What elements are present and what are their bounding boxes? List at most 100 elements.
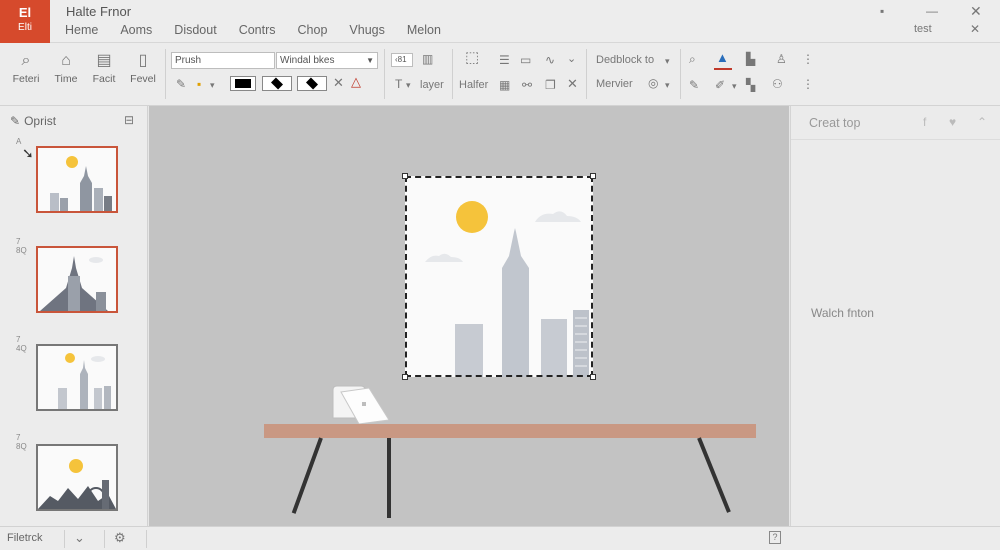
comment-icon[interactable]: ▭ xyxy=(520,53,531,67)
resize-handle-br[interactable] xyxy=(590,374,596,380)
font-field[interactable]: Prush xyxy=(171,52,275,69)
stroke-swatch[interactable] xyxy=(230,76,256,91)
menu-item-1[interactable]: Aoms xyxy=(120,23,152,37)
font-color-icon[interactable]: ▲ xyxy=(716,51,729,65)
eye-icon[interactable]: ◎ xyxy=(648,76,658,90)
list-icon[interactable]: ☰ xyxy=(499,53,510,67)
mervier-dropdown-icon[interactable]: ▾ xyxy=(665,78,670,92)
table-leg xyxy=(697,437,731,513)
find-button-label: Feteri xyxy=(12,73,40,85)
warning-icon[interactable]: △ xyxy=(351,75,361,89)
find-button[interactable]: ⌕ Feteri xyxy=(8,51,44,85)
editing-canvas[interactable] xyxy=(149,106,789,526)
brush-dropdown-icon[interactable]: ▾ xyxy=(732,79,737,93)
chevron-up-icon[interactable]: ⌃ xyxy=(977,115,987,129)
panel-title: ✎ Oprist xyxy=(10,114,56,128)
ribbon-separator xyxy=(384,49,385,99)
resize-handle-tl[interactable] xyxy=(402,173,408,179)
brush-icon[interactable]: ✐ xyxy=(715,78,725,92)
slide-thumbnail-4[interactable] xyxy=(36,444,118,511)
menu-item-4[interactable]: Chop xyxy=(298,23,328,37)
titlebar-right-label[interactable]: test xyxy=(914,23,932,35)
eraser-icon[interactable]: ✎ xyxy=(689,78,699,92)
file-icon: ▯ xyxy=(138,52,148,69)
chevron-down-icon[interactable]: ⌄ xyxy=(567,52,576,66)
grid-icon[interactable]: ▦ xyxy=(499,78,510,92)
help-icon[interactable]: ? xyxy=(769,531,781,544)
more-icon-2[interactable]: ⋮ xyxy=(802,77,814,91)
ribbon-toolbar: ⌕ Feteri ⌂ Time ▤ Facit ▯ Fevel Prush Wi… xyxy=(0,43,1000,106)
style-select[interactable]: Windal bkes ▼ xyxy=(276,52,378,69)
pattern-icon[interactable]: ▚ xyxy=(746,78,755,92)
close-icon[interactable]: ✕ xyxy=(970,3,982,20)
resize-handle-tr[interactable] xyxy=(590,173,596,179)
layout-icon[interactable]: ▥ xyxy=(422,52,433,66)
ribbon-separator xyxy=(165,49,166,99)
paste-button[interactable]: ▤ Facit xyxy=(86,51,122,85)
slide-thumbnail-3[interactable] xyxy=(36,344,118,411)
chevron-down-icon[interactable]: ⌄ xyxy=(74,530,85,546)
pencil-icon: ✎ xyxy=(10,114,21,128)
copy-icon[interactable]: ❐ xyxy=(545,78,556,92)
properties-body-text: Walch fnton xyxy=(811,306,874,320)
gamepad-icon[interactable]: ⚇ xyxy=(772,77,783,91)
dedblock-label[interactable]: Dedblock to xyxy=(596,54,654,66)
status-bar: Filetrck ⌄ ⚙ ? xyxy=(0,526,1000,550)
menu-item-6[interactable]: Melon xyxy=(407,23,441,37)
text-dropdown-icon[interactable]: ▾ xyxy=(406,78,411,92)
dedblock-dropdown-icon[interactable]: ▾ xyxy=(665,54,670,68)
slide-thumbnail-1[interactable] xyxy=(36,146,118,213)
format-icon[interactable]: ▙ xyxy=(746,52,755,66)
menu-item-2[interactable]: Disdout xyxy=(174,23,216,37)
zoom-icon[interactable]: ⌕ xyxy=(689,52,696,66)
table-leg xyxy=(387,438,391,518)
text-icon[interactable]: T xyxy=(395,77,402,91)
slides-panel: ✎ Oprist ⊟ A 7 8Q 7 4Q 7 8Q xyxy=(0,106,148,526)
slide-thumbnail-2[interactable] xyxy=(36,246,118,313)
title-bar: El Elti Halte Frnor Heme Aoms Disdout Co… xyxy=(0,0,1000,43)
status-separator xyxy=(64,530,65,548)
minimize-icon[interactable]: — xyxy=(926,4,938,18)
new-slide-icon[interactable]: ⊟ xyxy=(124,113,134,127)
file-button[interactable]: ▯ Fevel xyxy=(126,51,160,85)
properties-title: Creat top xyxy=(809,116,861,130)
app-icon-glyph: El xyxy=(18,5,32,20)
size-field[interactable]: ‹81 xyxy=(391,53,413,67)
link-icon[interactable]: ⚯ xyxy=(522,78,532,92)
chat-icon[interactable]: ▪ xyxy=(880,4,884,18)
person-icon[interactable]: ♙ xyxy=(776,52,787,66)
menu-item-0[interactable]: Heme xyxy=(65,23,98,37)
mervier-label[interactable]: Mervier xyxy=(596,78,633,90)
layer-label[interactable]: layer xyxy=(420,79,444,91)
home-button[interactable]: ⌂ Time xyxy=(50,51,82,85)
chevron-down-icon: ▼ xyxy=(366,56,374,65)
resize-handle-bl[interactable] xyxy=(402,374,408,380)
shape-icon[interactable]: ⬚ xyxy=(465,50,479,65)
menu-item-3[interactable]: Contrs xyxy=(239,23,276,37)
gear-icon[interactable]: ⚙ xyxy=(114,530,126,546)
app-icon[interactable]: El Elti xyxy=(0,0,50,43)
table-illustration xyxy=(264,424,756,438)
properties-header: Creat top f ♥ ⌃ xyxy=(791,106,1000,140)
fill-dropdown-icon[interactable]: ▾ xyxy=(210,78,215,92)
pencil-icon[interactable]: ✎ xyxy=(176,77,186,91)
status-file-label[interactable]: Filetrck xyxy=(7,532,42,544)
bird-icon[interactable]: ♥ xyxy=(949,115,956,129)
ribbon-separator xyxy=(680,49,681,99)
line-style-1[interactable] xyxy=(262,76,292,91)
paste-icon: ▤ xyxy=(96,52,112,69)
facebook-icon[interactable]: f xyxy=(923,115,926,129)
selection-box[interactable] xyxy=(405,176,593,377)
restore-icon[interactable]: ✕ xyxy=(970,22,980,36)
delete-icon[interactable]: ✕ xyxy=(333,76,344,90)
paste-button-label: Facit xyxy=(92,73,116,85)
cross-icon[interactable]: ✕ xyxy=(567,77,578,91)
search-icon: ⌕ xyxy=(21,52,31,69)
halfer-label[interactable]: Halfer xyxy=(459,79,488,91)
font-color-bar xyxy=(714,68,732,70)
menu-item-5[interactable]: Vhugs xyxy=(349,23,384,37)
curve-icon[interactable]: ∿ xyxy=(545,53,555,67)
line-style-2[interactable] xyxy=(297,76,327,91)
more-icon[interactable]: ⋮ xyxy=(802,52,814,66)
fill-color-icon[interactable]: ▪ xyxy=(197,77,201,91)
